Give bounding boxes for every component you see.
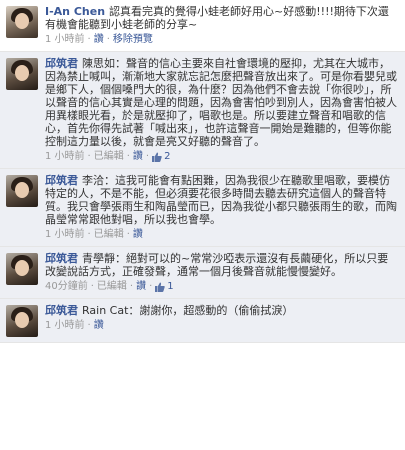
edited-label[interactable]: 已編輯	[97, 281, 127, 293]
comment-text: 陳思如：聲音的信心主要來自社會環境的壓抑，尤其在大城市，因為禁止喊叫，漸漸地大家…	[45, 57, 397, 148]
comment-author[interactable]: 邱筑君	[45, 304, 78, 317]
comment-author[interactable]: I-An Chen	[45, 5, 105, 18]
comment-body: 邱筑君 青學靜：絕對可以的~常常沙啞表示還沒有長繭硬化，所以只要改變說話方式，正確…	[45, 252, 399, 293]
remove-preview-link[interactable]: 移除預覽	[113, 34, 153, 46]
meta-separator: ·	[87, 320, 91, 331]
comment-meta: 40分鐘前 · 已編輯 · 讚 · 1	[45, 281, 399, 293]
like-link[interactable]: 讚	[133, 229, 143, 241]
meta-separator: ·	[149, 281, 153, 292]
meta-separator: ·	[145, 151, 150, 162]
like-link[interactable]: 讚	[94, 34, 104, 46]
comment-meta: 1 小時前 · 已編輯 · 讚	[45, 229, 399, 241]
like-count[interactable]: 1	[155, 281, 174, 293]
comment-item: 邱筑君 Rain Cat：謝謝你，超感動的（偷偷拭淚） 1 小時前 · 讚	[0, 299, 405, 343]
avatar[interactable]	[6, 175, 38, 207]
comment-body: 邱筑君 陳思如：聲音的信心主要來自社會環境的壓抑，尤其在大城市，因為禁止喊叫，漸漸…	[45, 57, 399, 163]
comment-author[interactable]: 邱筑君	[45, 57, 78, 70]
avatar-face	[15, 65, 29, 81]
avatar-face	[15, 260, 29, 276]
comment-time[interactable]: 1 小時前	[45, 229, 85, 241]
comment-text: Rain Cat：謝謝你，超感動的（偷偷拭淚）	[82, 304, 294, 317]
comment-meta: 1 小時前 · 讚 · 移除預覽	[45, 34, 399, 46]
comment-item: 邱筑君 青學靜：絕對可以的~常常沙啞表示還沒有長繭硬化，所以只要改變說話方式，正確…	[0, 247, 405, 299]
meta-separator: ·	[87, 34, 91, 45]
like-link[interactable]: 讚	[136, 281, 146, 293]
meta-separator: ·	[87, 229, 91, 240]
avatar-face	[15, 182, 29, 198]
meta-separator: ·	[87, 151, 91, 162]
like-count-value: 1	[167, 281, 174, 292]
meta-separator: ·	[90, 281, 94, 292]
comment-text-block: 邱筑君 Rain Cat：謝謝你，超感動的（偷偷拭淚）	[45, 304, 399, 317]
meta-separator: ·	[126, 229, 130, 240]
comment-item: 邱筑君 陳思如：聲音的信心主要來自社會環境的壓抑，尤其在大城市，因為禁止喊叫，漸漸…	[0, 52, 405, 169]
avatar[interactable]	[6, 305, 38, 337]
comment-time[interactable]: 1 小時前	[45, 34, 85, 46]
like-count-value: 2	[164, 151, 171, 162]
comment-time[interactable]: 1 小時前	[45, 151, 85, 163]
comment-meta: 1 小時前 · 已編輯 · 讚 · 2	[45, 151, 399, 163]
avatar-face	[15, 13, 29, 29]
comment-author[interactable]: 邱筑君	[45, 252, 78, 265]
avatar[interactable]	[6, 253, 38, 285]
meta-separator: ·	[106, 34, 110, 45]
thumbs-up-icon	[155, 282, 166, 292]
meta-separator: ·	[126, 151, 130, 162]
comment-time[interactable]: 1 小時前	[45, 320, 85, 332]
comment-text-block: 邱筑君 青學靜：絕對可以的~常常沙啞表示還沒有長繭硬化，所以只要改變說話方式，正確…	[45, 252, 399, 278]
avatar-face	[15, 312, 29, 328]
comment-text-block: 邱筑君 陳思如：聲音的信心主要來自社會環境的壓抑，尤其在大城市，因為禁止喊叫，漸漸…	[45, 57, 399, 148]
comment-author[interactable]: 邱筑君	[45, 174, 78, 187]
meta-separator: ·	[129, 281, 134, 292]
comment-item: 邱筑君 李洽：這我可能會有點困難，因為我很少在聽歌里唱歌，要模仿特定的人，不是不能…	[0, 169, 405, 247]
edited-label[interactable]: 已編輯	[94, 229, 124, 241]
comment-item: I-An Chen 認真看完真的覺得小蛙老師好用心~好感動!!!!期待下次還有機會…	[0, 0, 405, 52]
comment-meta: 1 小時前 · 讚	[45, 320, 399, 332]
comment-text: 李洽：這我可能會有點困難，因為我很少在聽歌里唱歌，要模仿特定的人，不是不能，但必…	[45, 174, 397, 226]
comment-body: 邱筑君 李洽：這我可能會有點困難，因為我很少在聽歌里唱歌，要模仿特定的人，不是不能…	[45, 174, 399, 241]
comment-text-block: I-An Chen 認真看完真的覺得小蛙老師好用心~好感動!!!!期待下次還有機會…	[45, 5, 399, 31]
comment-text: 青學靜：絕對可以的~常常沙啞表示還沒有長繭硬化，所以只要改變說話方式，正確發聲，…	[45, 252, 389, 278]
like-count[interactable]: 2	[152, 151, 170, 163]
comment-body: 邱筑君 Rain Cat：謝謝你，超感動的（偷偷拭淚） 1 小時前 · 讚	[45, 304, 399, 337]
avatar[interactable]	[6, 58, 38, 90]
comment-body: I-An Chen 認真看完真的覺得小蛙老師好用心~好感動!!!!期待下次還有機會…	[45, 5, 399, 46]
comment-time[interactable]: 40分鐘前	[45, 281, 88, 293]
thumbs-up-icon	[152, 152, 162, 162]
comment-text-block: 邱筑君 李洽：這我可能會有點困難，因為我很少在聽歌里唱歌，要模仿特定的人，不是不能…	[45, 174, 399, 226]
like-link[interactable]: 讚	[133, 151, 143, 163]
comment-feed: I-An Chen 認真看完真的覺得小蛙老師好用心~好感動!!!!期待下次還有機會…	[0, 0, 405, 343]
avatar[interactable]	[6, 6, 38, 38]
edited-label[interactable]: 已編輯	[94, 151, 124, 163]
like-link[interactable]: 讚	[94, 320, 104, 332]
